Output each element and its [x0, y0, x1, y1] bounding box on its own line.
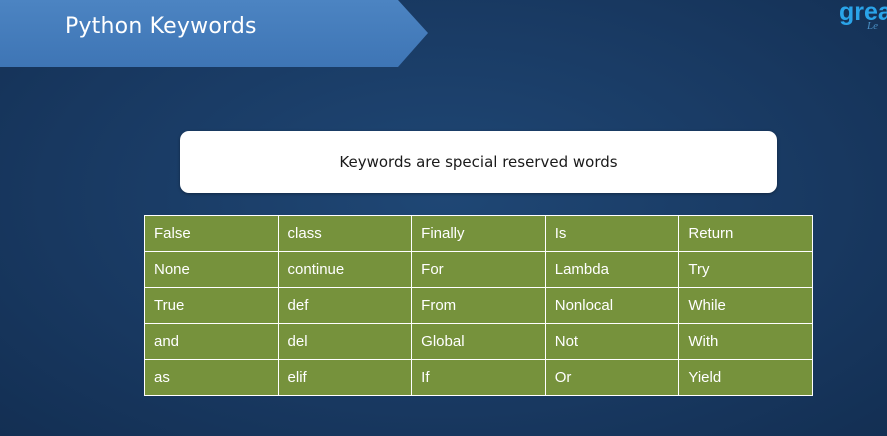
table-cell: For [411, 251, 546, 288]
table-cell: del [277, 323, 413, 360]
table-row: True def From Nonlocal While [144, 287, 813, 324]
table-cell: Try [678, 251, 813, 288]
table-row: and del Global Not With [144, 323, 813, 360]
table-cell: None [144, 251, 279, 288]
table-cell: Finally [411, 215, 546, 252]
table-cell: Global [411, 323, 546, 360]
table-cell: True [144, 287, 279, 324]
table-cell: elif [277, 359, 413, 396]
table-row: False class Finally Is Return [144, 215, 813, 252]
table-cell: class [277, 215, 413, 252]
definition-callout: Keywords are special reserved words [180, 131, 777, 193]
brand-logo-subtext: Le [867, 20, 878, 32]
table-cell: and [144, 323, 279, 360]
slide-title: Python Keywords [65, 14, 257, 39]
table-cell: Yield [678, 359, 813, 396]
table-cell: def [277, 287, 413, 324]
table-cell: False [144, 215, 279, 252]
keywords-table: False class Finally Is Return None conti… [144, 215, 813, 396]
table-cell: If [411, 359, 546, 396]
table-cell: Return [678, 215, 813, 252]
table-cell: Not [544, 323, 680, 360]
table-cell: Nonlocal [544, 287, 680, 324]
table-row: None continue For Lambda Try [144, 251, 813, 288]
table-cell: Lambda [544, 251, 680, 288]
table-cell: Is [544, 215, 680, 252]
table-cell: While [678, 287, 813, 324]
table-cell: From [411, 287, 546, 324]
table-cell: With [678, 323, 813, 360]
table-cell: Or [544, 359, 680, 396]
table-cell: continue [277, 251, 413, 288]
brand-logo: grea [839, 0, 887, 26]
table-cell: as [144, 359, 279, 396]
table-row: as elif If Or Yield [144, 359, 813, 396]
definition-text: Keywords are special reserved words [339, 153, 618, 171]
